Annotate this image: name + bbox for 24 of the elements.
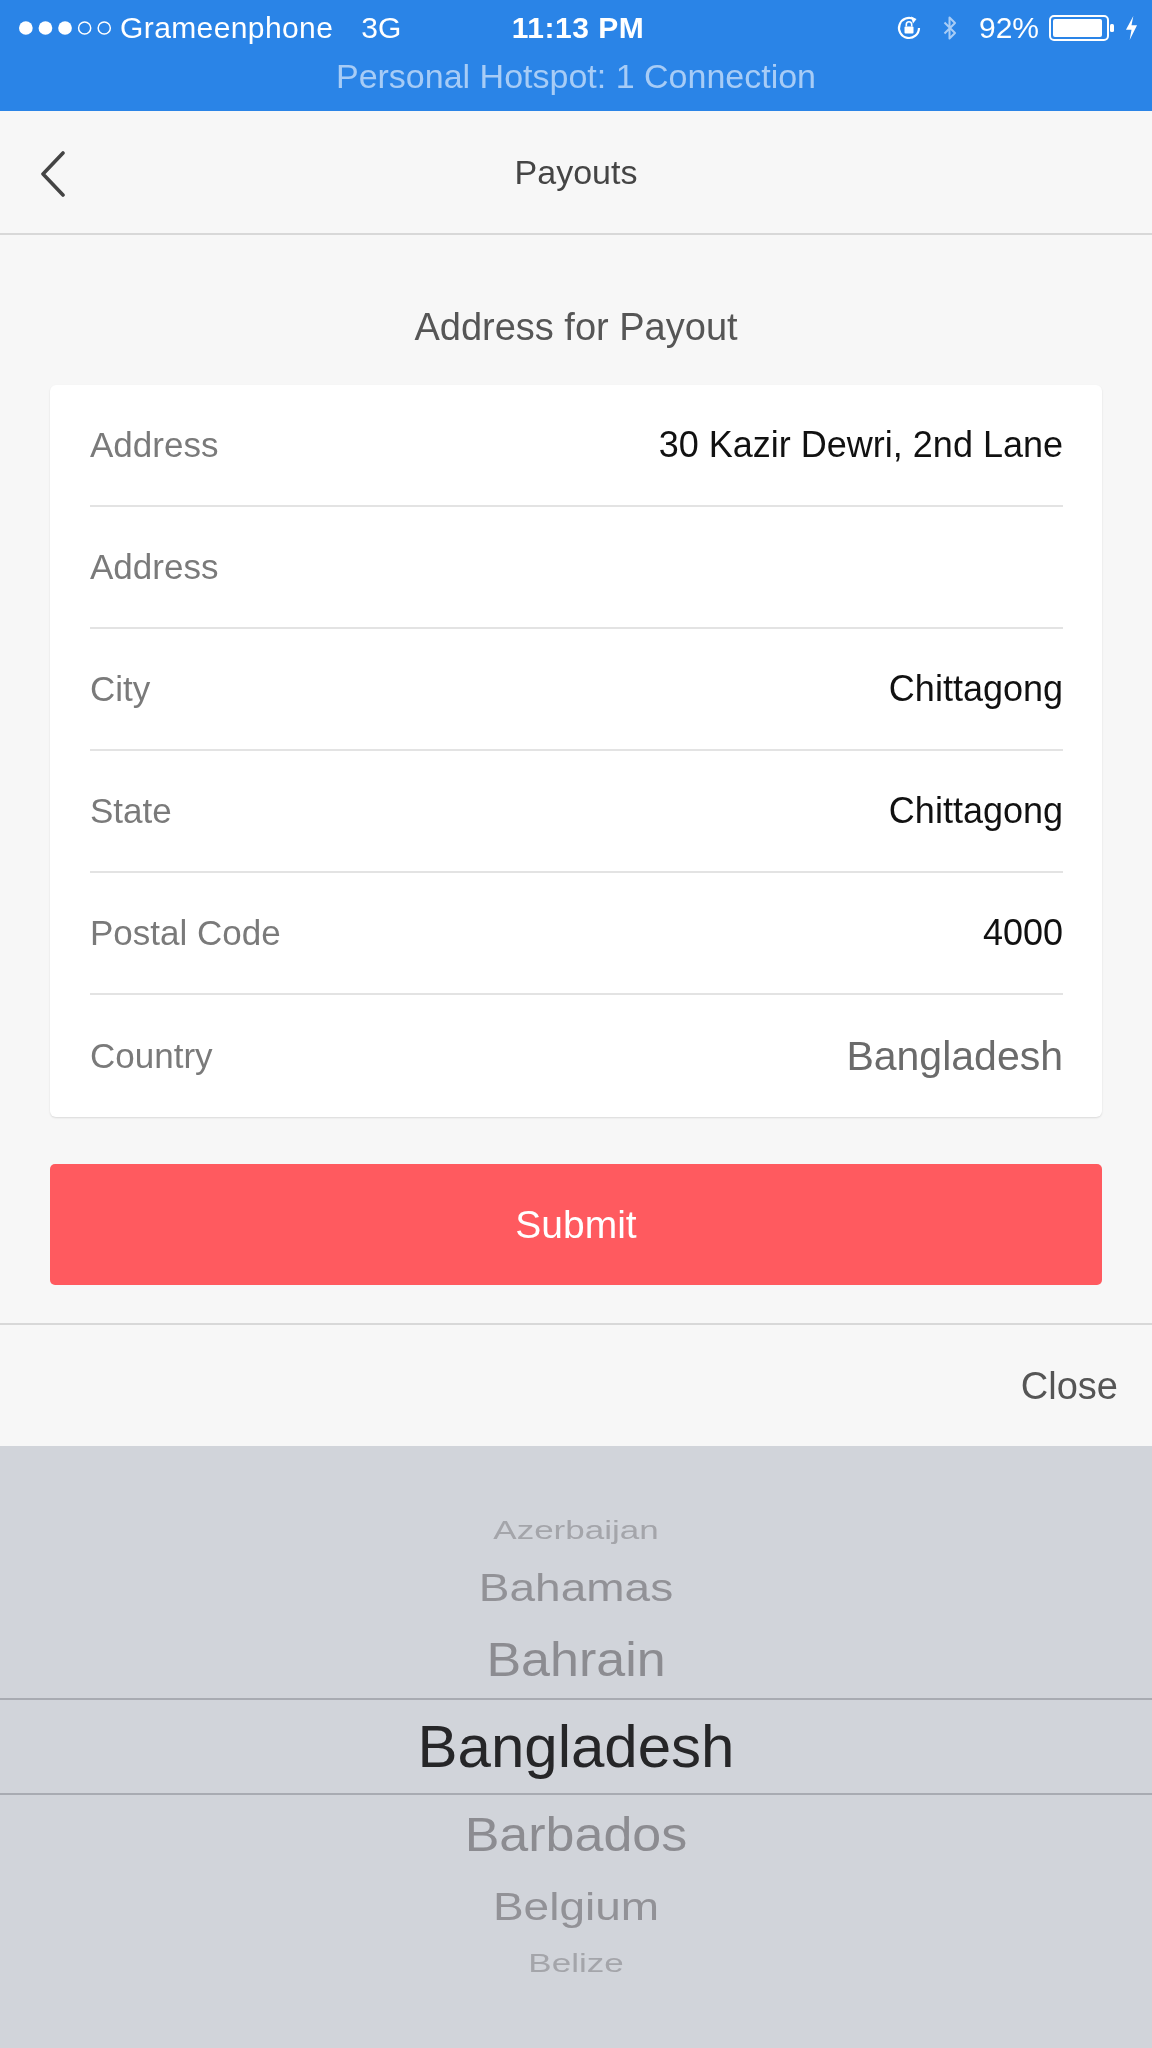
close-button[interactable]: Close bbox=[1010, 1355, 1152, 1416]
page-title: Payouts bbox=[514, 152, 638, 192]
field-label: State bbox=[90, 791, 172, 831]
clock-time: 11:13 PM bbox=[511, 11, 645, 45]
network-type: 3G bbox=[361, 11, 402, 45]
battery-percentage: 92% bbox=[978, 11, 1039, 45]
picker-option[interactable]: Bangladesh bbox=[0, 1698, 1152, 1795]
field-label: Address bbox=[90, 425, 219, 465]
section-heading: Address for Payout bbox=[414, 305, 738, 349]
submit-button[interactable]: Submit bbox=[50, 1164, 1102, 1285]
text-input[interactable]: Chittagong bbox=[201, 751, 1063, 871]
charging-bolt-icon bbox=[1125, 16, 1138, 40]
chevron-left-icon bbox=[40, 151, 66, 197]
text-input[interactable]: 4000 bbox=[310, 873, 1063, 993]
field-label: Address bbox=[90, 547, 219, 587]
battery-icon bbox=[1049, 15, 1115, 41]
field-label: Country bbox=[90, 1036, 213, 1076]
field-label: Postal Code bbox=[90, 913, 281, 953]
bluetooth-icon bbox=[942, 15, 957, 41]
country-select[interactable]: Bangladesh bbox=[242, 995, 1063, 1117]
text-input[interactable]: 30 Kazir Dewri, 2nd Lane bbox=[248, 385, 1063, 505]
field-label: City bbox=[90, 669, 151, 709]
text-input[interactable]: Chittagong bbox=[180, 629, 1063, 749]
carrier-name: Grameenphone bbox=[120, 11, 334, 45]
